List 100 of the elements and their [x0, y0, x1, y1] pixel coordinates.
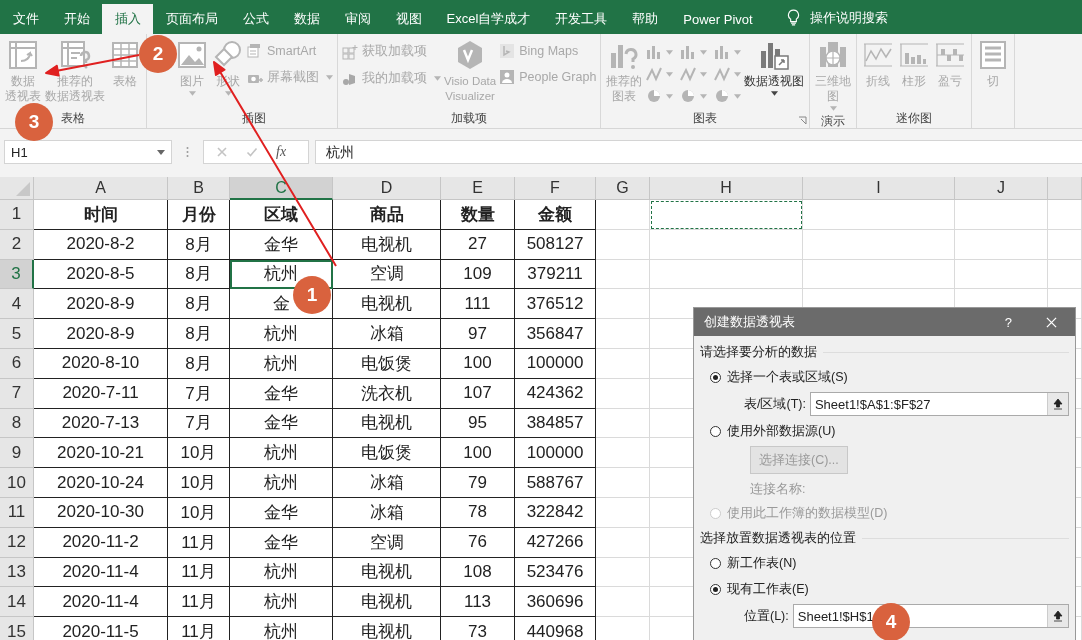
table-cell: 11月 — [168, 557, 230, 588]
ribbon-tab[interactable]: Power Pivot — [670, 4, 766, 34]
button-label: 折线 — [866, 74, 891, 89]
insert-function-button[interactable]: fx — [276, 144, 287, 160]
column-header[interactable]: J — [955, 177, 1048, 200]
ribbon-button[interactable]: 数据透视图 — [743, 37, 806, 98]
radio-option[interactable]: 现有工作表(E) — [700, 576, 1069, 602]
cancel-icon[interactable] — [216, 146, 228, 158]
column-header[interactable] — [1048, 177, 1082, 200]
table-cell: 11月 — [168, 617, 230, 640]
table-cell: 电视机 — [333, 408, 441, 439]
radio-button[interactable] — [710, 425, 721, 437]
table-cell: 2020-7-13 — [34, 408, 168, 439]
column-header[interactable]: D — [333, 177, 441, 200]
row-header[interactable]: 5 — [0, 319, 34, 349]
table-cell: 100000 — [515, 349, 596, 379]
radio-button[interactable] — [710, 371, 721, 383]
row-header[interactable]: 4 — [0, 289, 34, 320]
empty-cell — [1048, 200, 1082, 230]
row-header[interactable]: 11 — [0, 497, 34, 528]
column-header[interactable]: A — [34, 177, 168, 200]
table-cell: 冰箱 — [333, 319, 441, 349]
ribbon-tab[interactable]: 审阅 — [332, 4, 383, 34]
table-cell: 8月 — [168, 289, 230, 320]
ribbon-tab[interactable]: 视图 — [383, 4, 434, 34]
row-header[interactable]: 3 — [0, 259, 34, 290]
table-cell: 电视机 — [333, 557, 441, 588]
table-cell: 100000 — [515, 438, 596, 469]
field-label: 位置(L): — [744, 607, 789, 625]
radio-option[interactable]: 选择一个表或区域(S) — [700, 364, 1069, 390]
table-cell: 金华 — [230, 497, 333, 528]
group-label: 表格 — [61, 109, 85, 127]
row-header[interactable]: 2 — [0, 229, 34, 260]
row-header[interactable]: 12 — [0, 527, 34, 558]
table-cell: 金华 — [230, 527, 333, 558]
ribbon-tab[interactable]: 文件 — [0, 4, 51, 34]
radio-option[interactable]: 使用外部数据源(U) — [700, 418, 1069, 444]
row-header[interactable]: 10 — [0, 468, 34, 498]
row-header[interactable]: 6 — [0, 349, 34, 379]
row-header[interactable]: 1 — [0, 200, 34, 230]
table-cell: 电饭煲 — [333, 438, 441, 469]
table-cell: 360696 — [515, 587, 596, 618]
table-cell: 7月 — [168, 408, 230, 439]
table-cell: 电视机 — [333, 617, 441, 640]
collapse-button[interactable] — [1047, 605, 1068, 627]
radio-button[interactable] — [710, 557, 721, 569]
cell-reference: H1 — [11, 144, 28, 160]
empty-cell — [596, 289, 650, 320]
column-header[interactable]: E — [441, 177, 515, 200]
row-header[interactable]: 14 — [0, 587, 34, 618]
column-header[interactable]: B — [168, 177, 230, 200]
empty-cell — [1048, 229, 1082, 260]
row-header[interactable]: 15 — [0, 617, 34, 640]
column-header[interactable]: H — [650, 177, 803, 200]
row-header[interactable]: 9 — [0, 438, 34, 469]
column-header[interactable]: G — [596, 177, 650, 200]
name-box[interactable]: H1 — [4, 140, 172, 164]
table-icon — [109, 39, 141, 71]
range-field[interactable]: Sheet1!$A$1:$F$27 — [809, 392, 1069, 416]
ribbon-tab[interactable]: 插入 — [102, 4, 153, 34]
formula-input[interactable]: 杭州 — [315, 140, 1082, 164]
search-input[interactable]: 操作说明搜索 — [808, 8, 923, 26]
lightbulb-icon — [787, 8, 801, 26]
ribbon-tab[interactable]: 公式 — [230, 4, 281, 34]
table-cell: 78 — [441, 497, 515, 528]
column-header[interactable]: I — [803, 177, 955, 200]
table-cell: 10月 — [168, 468, 230, 498]
row-header[interactable]: 13 — [0, 557, 34, 588]
radio-button[interactable] — [710, 583, 721, 595]
column-header[interactable]: F — [515, 177, 596, 200]
chart-type-icon — [679, 66, 698, 82]
table-cell: 2020-11-5 — [34, 617, 168, 640]
table-cell: 商品 — [333, 200, 441, 230]
ribbon-tab[interactable]: Excel自学成才 — [434, 4, 543, 34]
ribbon-tab[interactable]: 帮助 — [619, 4, 671, 34]
row-header[interactable]: 7 — [0, 378, 34, 409]
table-cell: 空调 — [333, 527, 441, 558]
ribbon-tab[interactable]: 开始 — [51, 4, 102, 34]
dialog-launcher-icon[interactable] — [798, 116, 808, 125]
button-label: 数据透视表 — [45, 89, 105, 104]
ribbon-tab[interactable]: 开发工具 — [542, 4, 620, 34]
table-cell: 2020-7-11 — [34, 378, 168, 409]
group-label: 迷你图 — [896, 109, 933, 127]
help-button[interactable]: ? — [1004, 314, 1012, 330]
select-all-corner[interactable] — [0, 177, 34, 200]
ribbon-tab[interactable]: 数据 — [281, 4, 332, 34]
search-field[interactable]: 操作说明搜索 — [787, 0, 923, 34]
column-header[interactable]: C — [230, 177, 333, 200]
row-header[interactable]: 8 — [0, 408, 34, 439]
button-label: 表格 — [113, 74, 137, 89]
table-cell: 2020-11-4 — [34, 587, 168, 618]
confirm-icon[interactable] — [246, 146, 258, 158]
radio-option[interactable]: 新工作表(N) — [700, 550, 1069, 576]
collapse-button[interactable] — [1047, 393, 1068, 415]
close-icon[interactable] — [1046, 316, 1057, 328]
table-cell: 108 — [441, 557, 515, 588]
table-cell: 27 — [441, 229, 515, 260]
table-cell: 金额 — [515, 200, 596, 230]
ribbon-tab[interactable]: 页面布局 — [153, 4, 230, 34]
table-cell: 杭州 — [230, 617, 333, 640]
